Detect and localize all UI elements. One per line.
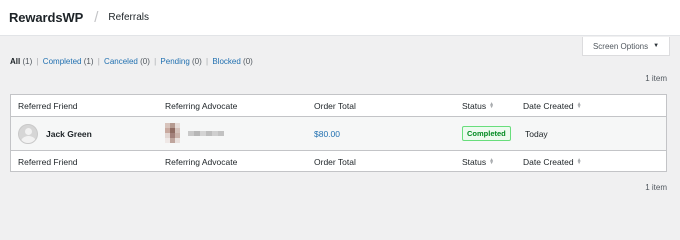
table-header-row: Referred Friend Referring Advocate Order… [11,95,666,117]
referring-advocate-cell [165,122,224,145]
filter-divider: | [206,57,209,66]
filter-completed-count: (1) [83,57,94,66]
advocate-avatar-icon [165,122,180,145]
status-badge: Completed [462,126,511,141]
status-cell: Completed [462,126,511,141]
filter-completed[interactable]: Completed [43,57,82,66]
table-row[interactable]: Jack Green $80.00 Completed Today [11,117,666,150]
filter-pending-count: (0) [192,57,202,66]
filter-pending[interactable]: Pending [160,57,189,66]
sort-icon[interactable]: ▲ ▼ [489,101,494,109]
sort-icon[interactable]: ▲ ▼ [577,157,582,165]
date-created-value: Today [525,128,548,139]
avatar-icon [18,123,38,144]
column-referred-friend: Referred Friend [18,156,78,167]
sort-icon[interactable]: ▲ ▼ [489,157,494,165]
filter-canceled-count: (0) [140,57,150,66]
referred-friend-cell: Jack Green [18,123,92,144]
top-bar: RewardsWP / Referrals [0,0,680,36]
filter-blocked-count: (0) [243,57,253,66]
column-referring-advocate: Referring Advocate [165,100,238,111]
status-filter-links: All (1) | Completed (1) | Canceled (0) |… [10,57,253,66]
advocate-name-blur [188,131,224,136]
column-date-created-label: Date Created [523,100,574,111]
column-referred-friend: Referred Friend [18,100,78,111]
screen-options-label: Screen Options [592,41,649,51]
page-title: Referrals [108,12,149,23]
filter-blocked[interactable]: Blocked [212,57,240,66]
column-order-total: Order Total [314,156,356,167]
item-count-bottom: 1 item [645,183,667,192]
column-status-label: Status [462,156,487,167]
brand-title: RewardsWP [9,10,84,25]
filter-canceled[interactable]: Canceled [104,57,138,66]
column-date-created-label: Date Created [523,156,574,167]
date-created-cell: Today [523,129,548,139]
item-count-top: 1 item [645,74,667,83]
order-total-link[interactable]: $80.00 [314,129,340,139]
sort-icon[interactable]: ▲ ▼ [577,101,582,109]
filter-all-count: (1) [22,57,33,66]
referrals-table: Referred Friend Referring Advocate Order… [10,94,667,172]
column-status[interactable]: Status ▲ ▼ [462,101,494,111]
column-order-total: Order Total [314,100,356,111]
column-status-label: Status [462,100,487,111]
column-status[interactable]: Status ▲ ▼ [462,157,494,167]
screen-options-button[interactable]: Screen Options ▼ [582,37,670,56]
breadcrumb-separator: / [94,9,99,26]
order-total-cell: $80.00 [314,129,340,139]
filter-all[interactable]: All [10,57,20,66]
filter-divider: | [154,57,157,66]
caret-down-icon: ▼ [653,43,660,49]
table-footer-row: Referred Friend Referring Advocate Order… [11,150,666,172]
filter-divider: | [36,57,39,66]
column-date-created[interactable]: Date Created ▲ ▼ [523,101,582,111]
filter-divider: | [97,57,100,66]
column-date-created[interactable]: Date Created ▲ ▼ [523,157,582,167]
referred-friend-name[interactable]: Jack Green [46,129,92,139]
column-referring-advocate: Referring Advocate [165,156,238,167]
